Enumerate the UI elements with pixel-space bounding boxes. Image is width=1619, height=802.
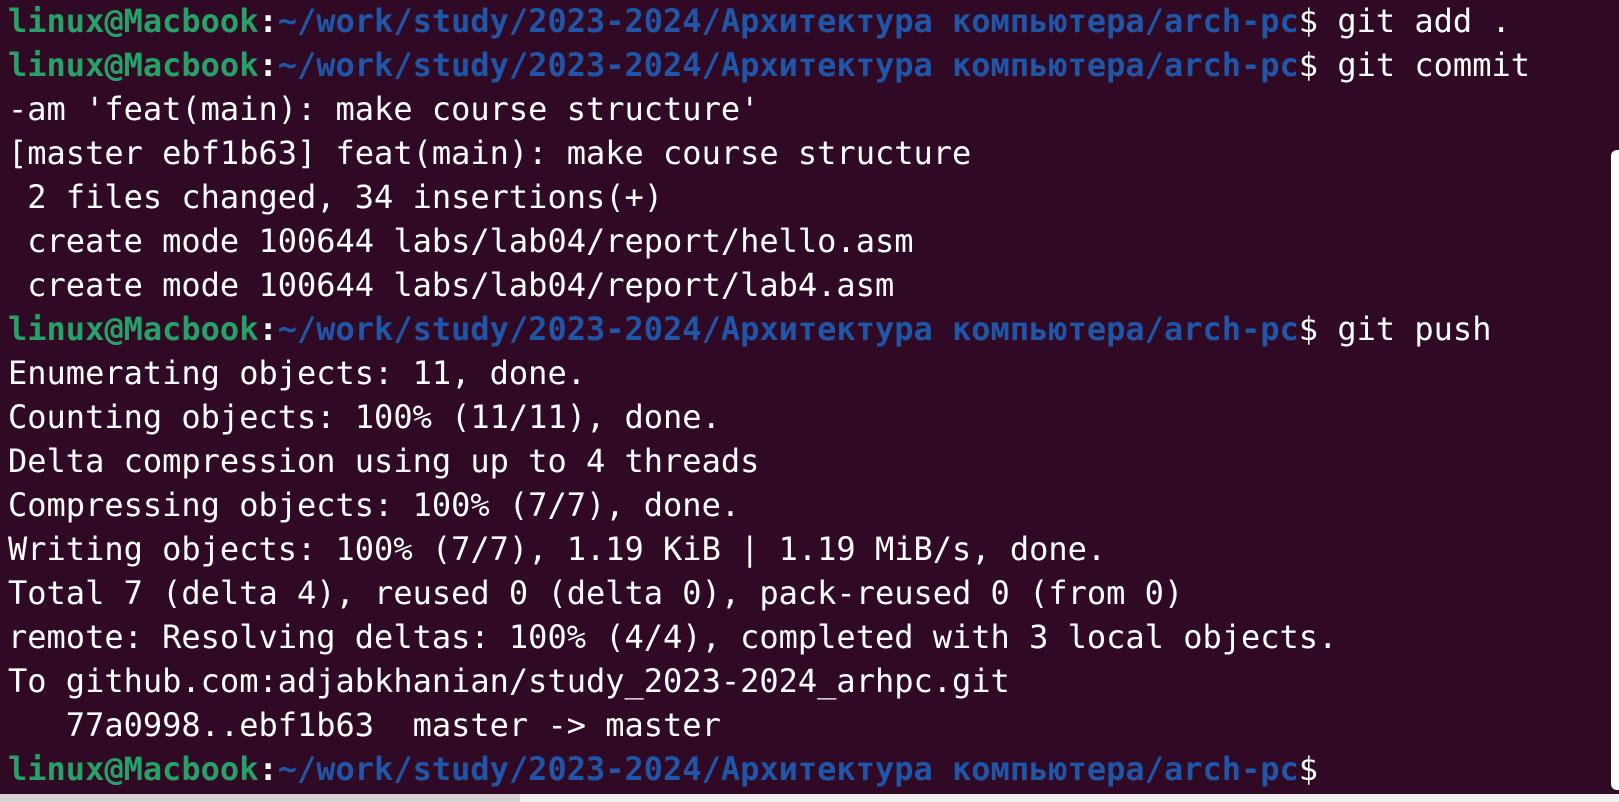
horizontal-scrollbar-track: [520, 794, 1619, 802]
prompt-user: linux@Macbook: [8, 46, 259, 84]
prompt-user: linux@Macbook: [8, 2, 259, 40]
prompt-user: linux@Macbook: [8, 310, 259, 348]
prompt-line: linux@Macbook:~/work/study/2023-2024/Арх…: [8, 307, 1608, 351]
prompt-colon: :: [258, 46, 278, 84]
command-text: git commit: [1318, 46, 1530, 84]
output-line: 2 files changed, 34 insertions(+): [8, 178, 664, 216]
output-line: Enumerating objects: 11, done.: [8, 354, 586, 392]
output-line: 77a0998..ebf1b63 master -> master: [8, 706, 721, 744]
prompt-sign: $: [1298, 310, 1319, 348]
output-line: Compressing objects: 100% (7/7), done.: [8, 486, 741, 524]
output-line: Writing objects: 100% (7/7), 1.19 KiB | …: [8, 530, 1107, 568]
command-text: git push: [1318, 310, 1492, 348]
prompt-path: ~/work/study/2023-2024/Архитектура компь…: [277, 310, 1299, 348]
horizontal-scrollbar-thumb[interactable]: [0, 794, 520, 802]
output-line: Counting objects: 100% (11/11), done.: [8, 398, 721, 436]
prompt-user: linux@Macbook: [8, 750, 259, 788]
vertical-scrollbar[interactable]: [1611, 150, 1619, 790]
prompt-line: linux@Macbook:~/work/study/2023-2024/Арх…: [8, 747, 1608, 791]
prompt-path: ~/work/study/2023-2024/Архитектура компь…: [277, 2, 1299, 40]
prompt-sign: $: [1298, 2, 1319, 40]
output-line: create mode 100644 labs/lab04/report/lab…: [8, 266, 895, 304]
prompt-path: ~/work/study/2023-2024/Архитектура компь…: [277, 46, 1299, 84]
command-text: git add .: [1318, 2, 1511, 40]
terminal-output[interactable]: linux@Macbook:~/work/study/2023-2024/Арх…: [8, 0, 1608, 791]
prompt-colon: :: [258, 750, 278, 788]
output-line: -am 'feat(main): make course structure': [8, 90, 760, 128]
terminal-window[interactable]: linux@Macbook:~/work/study/2023-2024/Арх…: [0, 0, 1619, 802]
prompt-colon: :: [258, 2, 278, 40]
output-line: [master ebf1b63] feat(main): make course…: [8, 134, 972, 172]
output-line: create mode 100644 labs/lab04/report/hel…: [8, 222, 914, 260]
output-line: To github.com:adjabkhanian/study_2023-20…: [8, 662, 1010, 700]
output-line: Total 7 (delta 4), reused 0 (delta 0), p…: [8, 574, 1184, 612]
prompt-path: ~/work/study/2023-2024/Архитектура компь…: [277, 750, 1299, 788]
prompt-sign: $: [1298, 750, 1319, 788]
prompt-sign: $: [1298, 46, 1319, 84]
prompt-line: linux@Macbook:~/work/study/2023-2024/Арх…: [8, 0, 1608, 43]
output-line: remote: Resolving deltas: 100% (4/4), co…: [8, 618, 1338, 656]
prompt-line: linux@Macbook:~/work/study/2023-2024/Арх…: [8, 43, 1608, 87]
output-line: Delta compression using up to 4 threads: [8, 442, 760, 480]
prompt-colon: :: [258, 310, 278, 348]
